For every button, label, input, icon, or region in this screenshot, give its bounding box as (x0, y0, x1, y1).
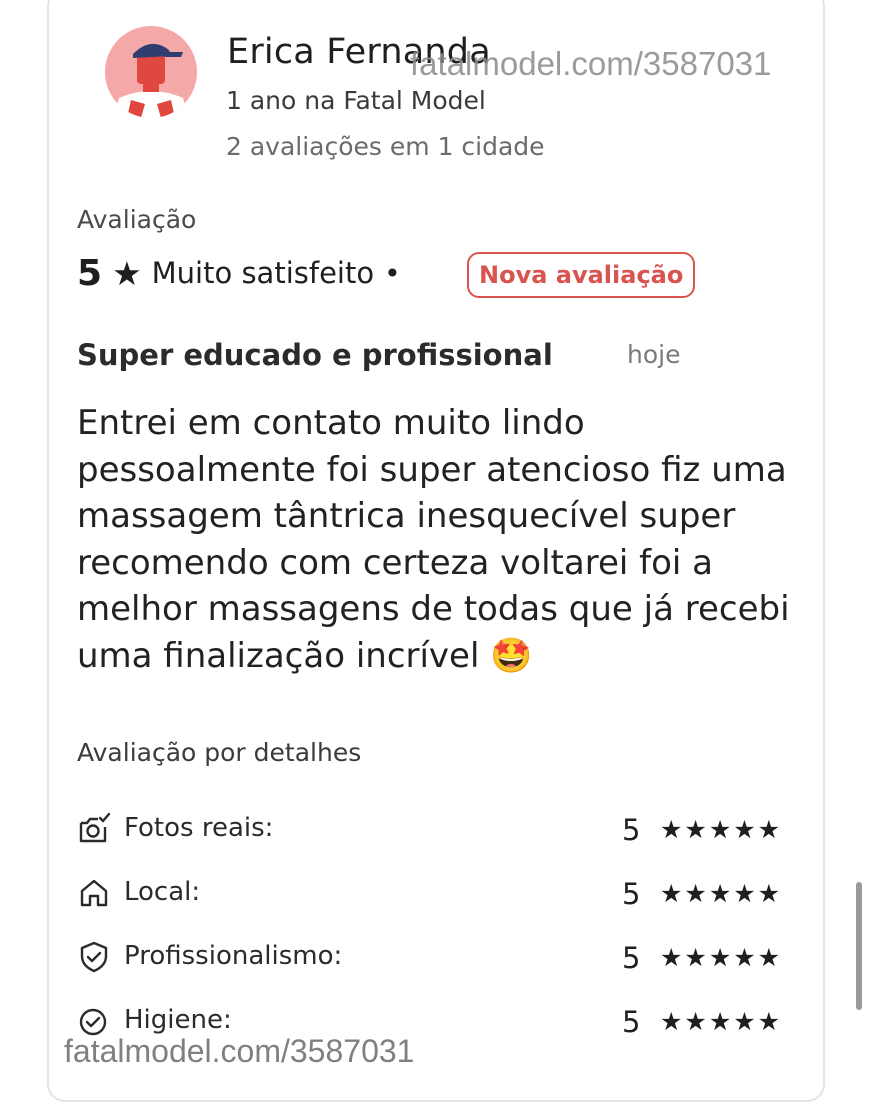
detail-label: Local: (124, 877, 201, 907)
scrollbar[interactable] (856, 882, 862, 1010)
new-review-badge: Nova avaliação (467, 252, 696, 298)
detail-row-fotos-reais: Fotos reais: 5 ★★★★★ (77, 808, 797, 848)
detail-label: Fotos reais: (124, 813, 274, 843)
detail-row-profissionalismo: Profissionalismo: 5 ★★★★★ (77, 936, 797, 976)
detail-row-local: Local: 5 ★★★★★ (77, 872, 797, 912)
camera-check-icon (79, 812, 111, 843)
detail-score: 5 (622, 1005, 641, 1039)
detail-score: 5 (622, 941, 641, 975)
rating-row: 5 ★ Muito satisfeito • (77, 250, 401, 296)
separator-dot: • (384, 256, 401, 290)
home-icon (80, 879, 108, 907)
detail-stars: ★★★★★ (660, 943, 783, 972)
review-date: hoje (627, 340, 681, 369)
rating-section-label: Avaliação (77, 205, 197, 234)
rating-score: 5 (77, 252, 103, 294)
user-tenure: 1 ano na Fatal Model (226, 86, 486, 115)
review-title: Super educado e profissional (77, 338, 553, 372)
detail-row-higiene: Higiene: 5 ★★★★★ (77, 1000, 797, 1040)
review-body: Entrei em contato muito lindo pessoalmen… (77, 403, 790, 676)
check-circle-icon (79, 1008, 107, 1036)
user-name[interactable]: Erica Fernanda (227, 32, 491, 72)
detail-score: 5 (622, 877, 641, 911)
user-reviews-summary: 2 avaliações em 1 cidade (226, 132, 545, 161)
shield-check-icon (80, 941, 108, 973)
detail-label: Profissionalismo: (124, 941, 343, 971)
details-section-label: Avaliação por detalhes (77, 738, 362, 767)
user-avatar[interactable] (105, 26, 197, 118)
detail-stars: ★★★★★ (660, 1007, 783, 1036)
detail-score: 5 (622, 813, 641, 847)
star-icon: ★ (112, 253, 142, 293)
detail-label: Higiene: (124, 1005, 232, 1035)
satisfaction-text: Muito satisfeito (151, 256, 375, 290)
detail-stars: ★★★★★ (660, 879, 783, 908)
detail-stars: ★★★★★ (660, 815, 783, 844)
